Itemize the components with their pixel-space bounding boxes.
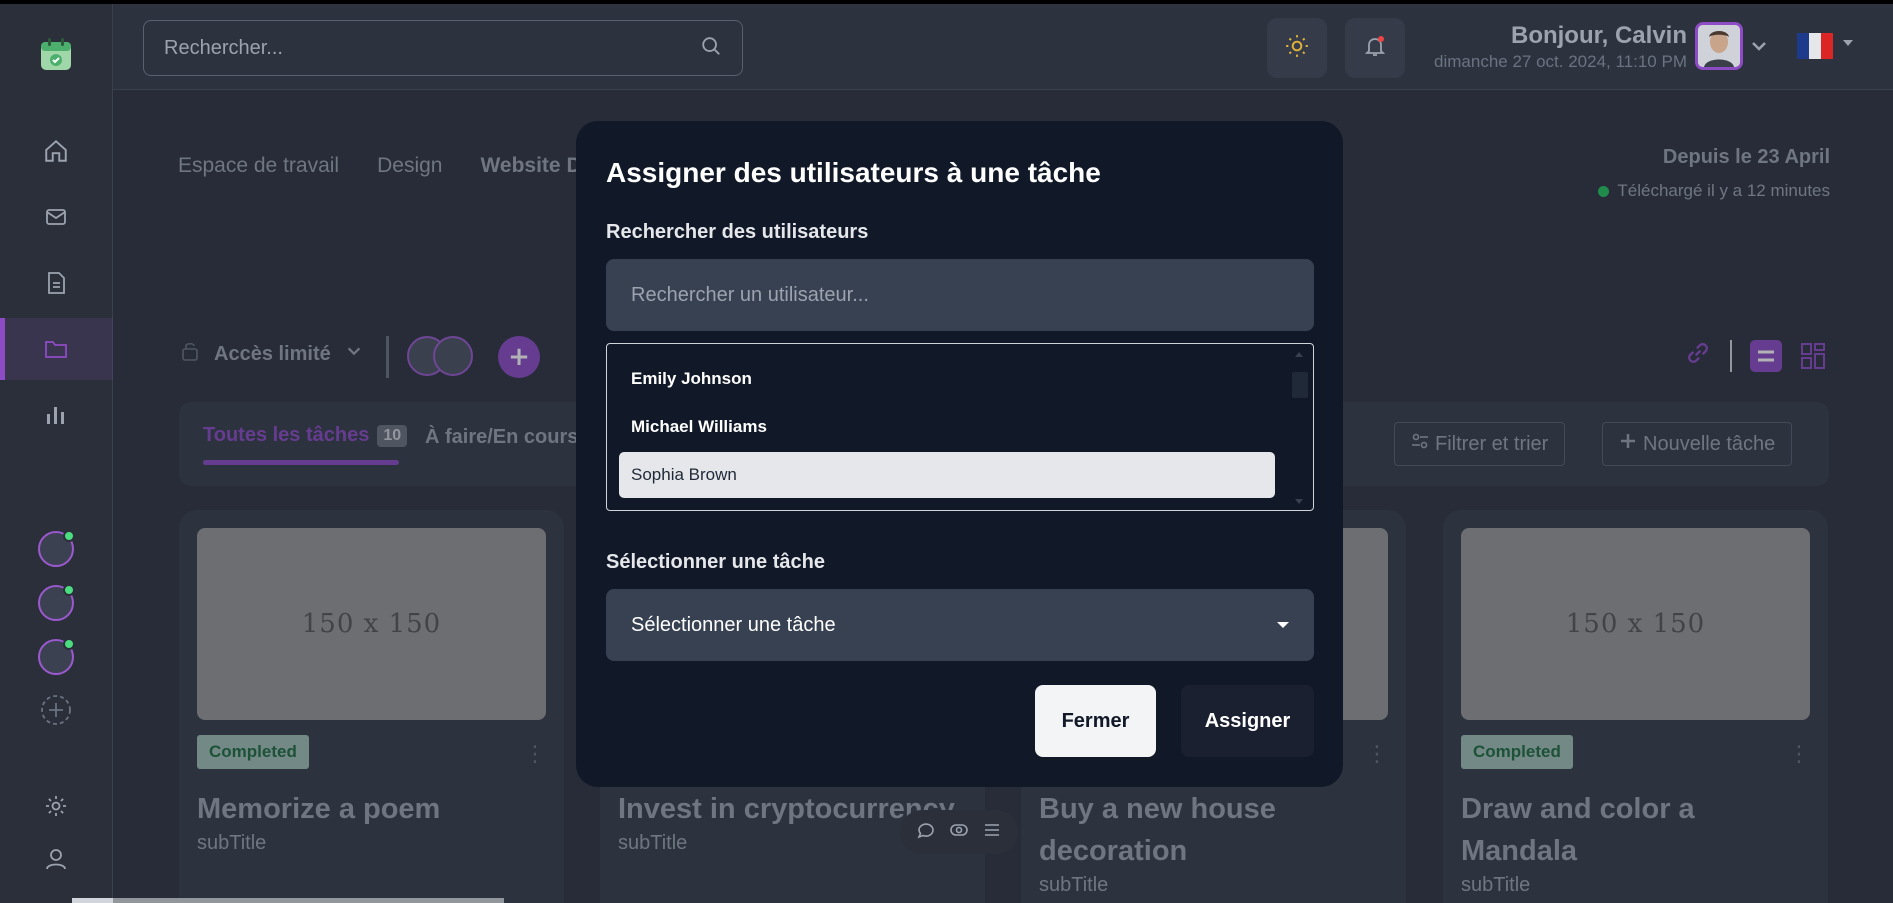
scroll-down-icon[interactable] <box>1295 499 1303 504</box>
scrollbar-thumb[interactable] <box>1292 372 1308 398</box>
global-search-input[interactable] <box>164 36 700 60</box>
project-avatar-1[interactable] <box>38 530 75 567</box>
assign-users-modal: Assigner des utilisateurs à une tâche Re… <box>576 121 1343 787</box>
user-option-michael[interactable]: Michael Williams <box>619 404 1275 450</box>
dropdown-caret-icon <box>1277 622 1289 628</box>
online-dot <box>63 638 75 650</box>
document-icon[interactable] <box>40 267 72 299</box>
settings-icon[interactable] <box>40 790 72 822</box>
user-greeting: Bonjour, Calvin dimanche 27 oct. 2024, 1… <box>1434 22 1687 72</box>
user-avatar[interactable] <box>1695 22 1743 70</box>
user-option-sophia[interactable]: Sophia Brown <box>619 452 1275 498</box>
scroll-up-icon[interactable] <box>1295 352 1303 357</box>
profile-icon[interactable] <box>40 843 72 875</box>
user-search-field[interactable] <box>606 259 1314 331</box>
online-dot <box>63 584 75 596</box>
comment-icon[interactable] <box>916 820 936 844</box>
close-button[interactable]: Fermer <box>1035 685 1156 757</box>
french-flag-icon[interactable] <box>1797 33 1833 59</box>
mail-icon[interactable] <box>40 201 72 233</box>
project-avatar-2[interactable] <box>38 584 75 621</box>
bell-icon <box>1363 34 1387 62</box>
theme-toggle-button[interactable] <box>1267 18 1327 78</box>
global-search[interactable] <box>143 20 743 76</box>
calendar-logo-icon[interactable] <box>40 38 72 70</box>
language-caret-icon[interactable] <box>1843 40 1853 46</box>
view-icon[interactable] <box>949 820 969 844</box>
add-project-icon[interactable] <box>40 694 72 726</box>
notifications-button[interactable] <box>1345 18 1405 78</box>
folder-icon[interactable] <box>40 333 72 365</box>
online-dot <box>63 530 75 542</box>
sun-icon <box>1284 33 1310 63</box>
current-datetime: dimanche 27 oct. 2024, 11:10 PM <box>1434 52 1687 71</box>
task-select-value: Sélectionner une tâche <box>631 613 836 636</box>
user-option-emily[interactable]: Emily Johnson <box>619 356 1275 402</box>
search-icon[interactable] <box>700 35 722 61</box>
assign-button[interactable]: Assigner <box>1181 685 1314 757</box>
user-listbox[interactable]: Emily Johnson Michael Williams Sophia Br… <box>606 343 1314 511</box>
project-avatar-3[interactable] <box>38 638 75 675</box>
greeting-text: Bonjour, Calvin <box>1510 22 1687 49</box>
task-select[interactable]: Sélectionner une tâche <box>606 589 1314 661</box>
search-users-label: Rechercher des utilisateurs <box>606 221 869 243</box>
modal-title: Assigner des utilisateurs à une tâche <box>606 157 1101 188</box>
analytics-icon[interactable] <box>40 399 72 431</box>
sidebar <box>0 0 113 903</box>
menu-icon[interactable] <box>982 820 1002 844</box>
select-task-label: Sélectionner une tâche <box>606 551 825 573</box>
home-icon[interactable] <box>40 135 72 167</box>
top-header: Bonjour, Calvin dimanche 27 oct. 2024, 1… <box>113 4 1893 90</box>
listbox-scrollbar[interactable] <box>1289 348 1309 508</box>
user-search-input[interactable] <box>631 283 1289 307</box>
window-top-border <box>0 0 1893 4</box>
user-menu-chevron-icon[interactable] <box>1749 36 1769 60</box>
floating-toolbar <box>900 810 1018 854</box>
